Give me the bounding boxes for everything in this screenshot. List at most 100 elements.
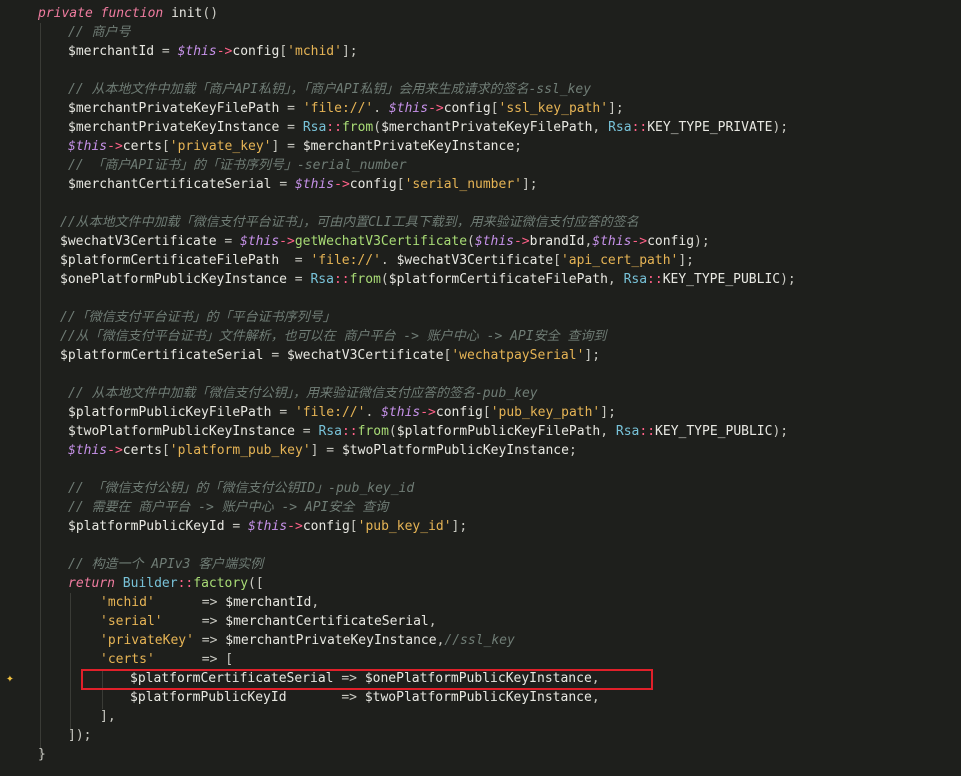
code-token: 'file://': [294, 405, 366, 420]
code-text: // 「商户API证书」的「证书序列号」-serial_number: [68, 156, 407, 175]
code-token: ->: [107, 139, 123, 154]
code-token: ],: [100, 709, 116, 724]
code-token: Rsa: [608, 120, 632, 135]
code-token: 'certs': [100, 652, 155, 667]
code-token: =>: [286, 690, 365, 705]
code-token: ];: [521, 177, 538, 192]
code-token: [: [349, 519, 358, 534]
code-token: $platformPublicKeyFilePath: [68, 405, 272, 420]
code-token: ::: [177, 576, 194, 591]
code-token: (: [467, 234, 475, 249]
code-token: // 从本地文件中加载「商户API私钥」，「商户API私钥」会用来生成请求的签名…: [68, 82, 592, 97]
code-token: factory: [193, 576, 249, 591]
code-text: //从本地文件中加载「微信支付平台证书」，可由内置CLI工具下载到，用来验证微信…: [60, 213, 639, 232]
code-token: ::: [333, 272, 350, 287]
code-token: =: [279, 101, 303, 116]
code-token: $platformPublicKeyFilePath: [396, 424, 601, 439]
code-text: 'mchid' => $merchantId,: [100, 593, 319, 612]
code-token: // 需要在 商户平台 -> 账户中心 -> API安全 查询: [68, 500, 389, 515]
lightbulb-sparkle-icon[interactable]: ✦: [6, 671, 22, 687]
code-token: 'file://': [302, 101, 374, 116]
code-token: Rsa: [623, 272, 648, 287]
code-text: 'certs' => [: [100, 650, 233, 669]
code-token: $this: [68, 443, 108, 458]
highlight-box: [81, 669, 653, 690]
code-token: =: [294, 424, 319, 439]
line-gutter: [0, 0, 34, 776]
code-token: $this: [294, 177, 335, 192]
code-token: $this: [592, 234, 632, 249]
code-text: // 从本地文件中加载「商户API私钥」，「商户API私钥」会用来生成请求的签名…: [68, 80, 591, 99]
code-token: // 「微信支付公钥」的「微信支付公钥ID」-pub_key_id: [68, 481, 415, 496]
code-text: $onePlatformPublicKeyInstance = Rsa::fro…: [60, 270, 796, 289]
code-token: $merchantPrivateKeyInstance: [68, 120, 280, 135]
code-token: $this: [388, 101, 429, 116]
code-token: $this: [248, 519, 288, 534]
code-token: ];: [608, 101, 624, 116]
code-token: config: [647, 234, 695, 249]
code-token: // 「商户API证书」的「证书序列号」-serial_number: [68, 158, 407, 173]
code-token: KEY_TYPE_PUBLIC: [655, 424, 773, 439]
code-token: // 商户号: [68, 25, 131, 40]
code-text: $merchantCertificateSerial = $this->conf…: [68, 175, 538, 194]
code-token: $platformPublicKeyId: [68, 519, 225, 534]
code-token: //从本地文件中加载「微信支付平台证书」，可由内置CLI工具下载到，用来验证微信…: [60, 215, 639, 230]
code-token: =>: [154, 595, 226, 610]
code-token: $merchantPrivateKeyFilePath: [68, 101, 280, 116]
code-token: }: [38, 747, 46, 762]
code-token: function: [100, 6, 172, 21]
indent-guide: [70, 593, 71, 733]
code-token: Builder: [122, 576, 178, 591]
code-token: ,: [428, 614, 437, 629]
code-text: $merchantPrivateKeyFilePath = 'file://'.…: [68, 99, 624, 118]
code-token: //ssl_key: [444, 633, 515, 648]
code-token: ->: [279, 234, 295, 249]
code-token: );: [772, 120, 789, 135]
code-token: ->: [107, 443, 123, 458]
code-token: $wechatV3Certificate: [60, 234, 217, 249]
code-token: ->: [513, 234, 530, 249]
code-token: .: [380, 253, 397, 268]
code-token: from: [341, 120, 374, 135]
code-token: [: [396, 177, 405, 192]
code-token: =: [224, 519, 249, 534]
code-text: $platformPublicKeyId => $twoPlatformPubl…: [130, 688, 600, 707]
code-token: $this: [68, 139, 108, 154]
code-token: config: [349, 177, 397, 192]
code-token: $wechatV3Certificate: [396, 253, 554, 268]
code-token: certs: [122, 443, 162, 458]
code-token: (: [373, 120, 382, 135]
code-token: ;: [514, 139, 522, 154]
code-token: return: [68, 576, 123, 591]
code-token: config: [443, 101, 491, 116]
code-text: $merchantPrivateKeyInstance = Rsa::from(…: [68, 118, 788, 137]
code-token: [: [482, 405, 491, 420]
code-token: brandId: [529, 234, 585, 249]
code-token: =: [263, 348, 287, 363]
code-token: );: [694, 234, 710, 249]
code-token: init: [171, 6, 203, 21]
code-token: ([: [248, 576, 264, 591]
code-token: config: [302, 519, 350, 534]
code-text: // 商户号: [68, 23, 130, 42]
code-text: $this->certs['platform_pub_key'] = $twoP…: [68, 441, 577, 460]
code-text: private function init(): [38, 4, 218, 23]
code-token: =: [271, 177, 295, 192]
code-editor[interactable]: private function init() // 商户号 $merchantId…: [0, 0, 961, 776]
code-token: $twoPlatformPublicKeyInstance: [68, 424, 295, 439]
code-text: ]);: [68, 726, 91, 745]
code-token: 'file://': [310, 253, 381, 268]
code-token: ->: [287, 519, 303, 534]
code-token: $this: [474, 234, 514, 249]
code-text: // 构造一个 APIv3 客户端实例: [68, 555, 263, 574]
code-token: ];: [451, 519, 468, 534]
code-token: ]);: [68, 728, 92, 743]
code-token: =: [154, 44, 178, 59]
code-token: $this: [177, 44, 217, 59]
code-token: =: [286, 272, 311, 287]
code-token: =>: [162, 614, 226, 629]
code-token: => [: [154, 652, 234, 667]
code-token: [: [553, 253, 561, 268]
code-token: ] =: [310, 443, 342, 458]
code-token: ->: [420, 405, 436, 420]
